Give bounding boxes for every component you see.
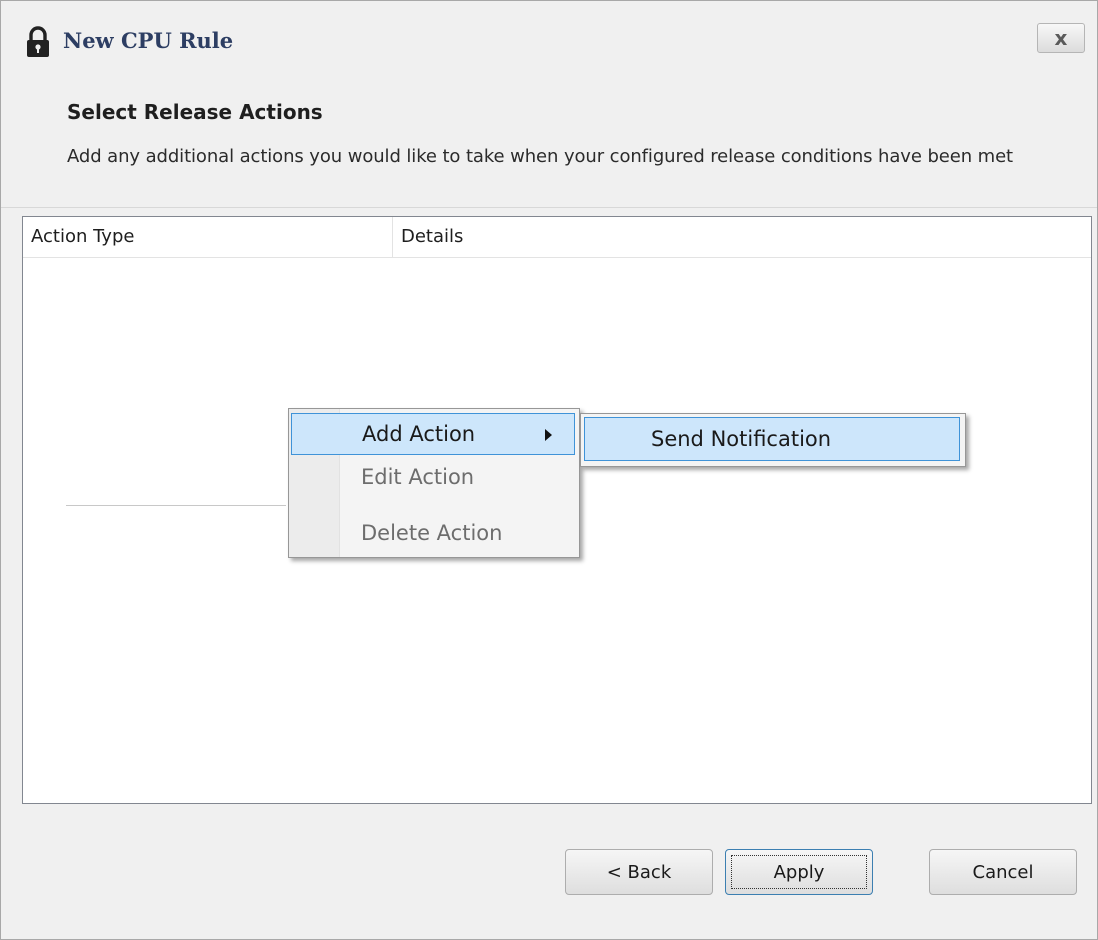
- submenu-arrow-icon: [545, 429, 552, 441]
- back-button-label: < Back: [606, 861, 672, 883]
- menu-item-label: Send Notification: [651, 427, 832, 451]
- menu-item-send-notification[interactable]: Send Notification: [584, 417, 960, 461]
- focus-rectangle: [731, 855, 867, 889]
- menu-item-add-action[interactable]: Add Action: [291, 413, 575, 455]
- menu-item-label: Add Action: [362, 422, 476, 446]
- close-button[interactable]: x: [1037, 23, 1085, 53]
- back-button[interactable]: < Back: [565, 849, 713, 895]
- column-header-action-type[interactable]: Action Type: [23, 217, 393, 257]
- close-icon: x: [1054, 26, 1068, 50]
- cancel-button-label: Cancel: [972, 861, 1034, 883]
- menu-item-edit-action[interactable]: Edit Action: [291, 456, 575, 498]
- dialog-window: New CPU Rule x Select Release Actions Ad…: [0, 0, 1098, 940]
- apply-button[interactable]: Apply: [725, 849, 873, 895]
- header-divider: [1, 207, 1097, 208]
- lock-icon: [27, 26, 49, 57]
- column-header-details[interactable]: Details: [393, 217, 1091, 257]
- window-title: New CPU Rule: [63, 28, 234, 53]
- menu-item-label: Edit Action: [361, 465, 475, 489]
- title-bar: New CPU Rule x: [1, 1, 1097, 81]
- page-description: Add any additional actions you would lik…: [67, 146, 1014, 167]
- cancel-button[interactable]: Cancel: [929, 849, 1077, 895]
- list-header: Action Type Details: [23, 217, 1091, 258]
- page-heading: Select Release Actions: [67, 100, 323, 124]
- menu-item-delete-action[interactable]: Delete Action: [291, 512, 575, 554]
- menu-separator: [66, 505, 286, 506]
- submenu: Send Notification: [580, 413, 966, 467]
- menu-item-label: Delete Action: [361, 521, 503, 545]
